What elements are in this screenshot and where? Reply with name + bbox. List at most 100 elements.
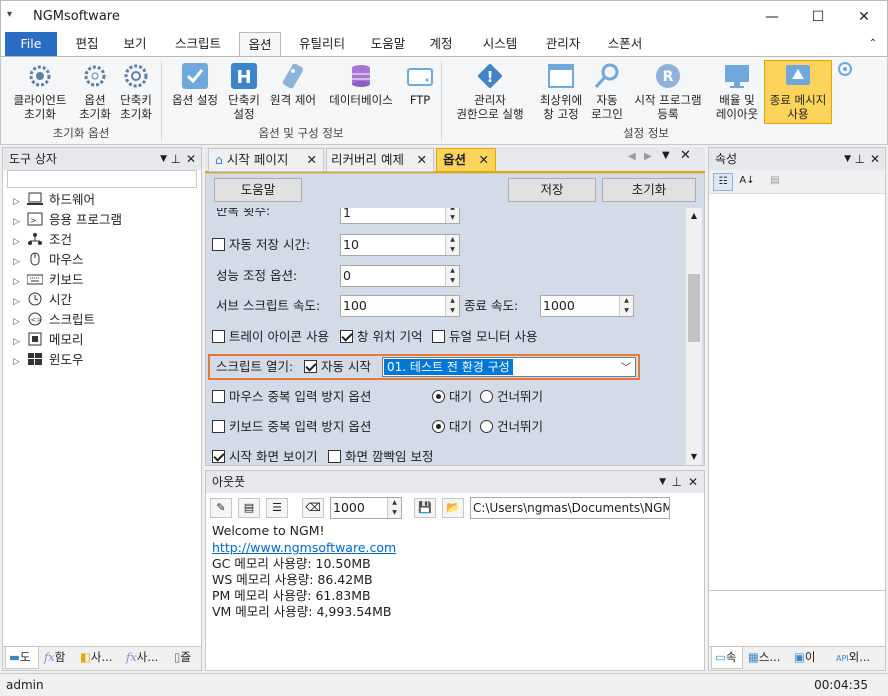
autosave-checkbox[interactable] (212, 238, 225, 251)
spin-arrows-icon[interactable]: ▲▼ (619, 296, 633, 316)
scroll-up-icon[interactable]: ▲ (686, 208, 702, 224)
repeat-count-input[interactable]: 1 ▲▼ (340, 208, 460, 224)
save-icon[interactable]: 💾 (414, 498, 436, 518)
reset-button[interactable]: 초기화 (602, 178, 696, 202)
database-button[interactable]: 데이터베이스 (323, 61, 399, 107)
expand-icon[interactable]: ▷ (13, 212, 27, 232)
dropdown-icon[interactable]: ▼ (844, 148, 851, 170)
sub-script-speed-input[interactable]: 100 ▲ ▼ (340, 295, 460, 317)
close-tab-icon[interactable]: ✕ (479, 149, 489, 171)
property-pages-icon[interactable]: ▤ (765, 173, 785, 191)
document-settings-icon[interactable]: ▤ (238, 498, 260, 518)
quick-access-icon[interactable]: ▾ (7, 9, 12, 20)
toolbox-search-input[interactable] (7, 170, 197, 188)
startup-register-button[interactable]: R 시작 프로그램 등록 (627, 61, 709, 121)
autostart-script-select[interactable]: 01. 테스트 전 환경 구성 ﹀ (382, 357, 636, 377)
run-as-admin-button[interactable]: ! 관리자 권한으로 실행 (447, 61, 533, 121)
auto-login-button[interactable]: 자동 로그인 (589, 61, 625, 121)
close-panel-icon[interactable]: ✕ (870, 148, 880, 170)
show-start-row[interactable]: 시작 화면 보이기 (212, 448, 317, 465)
expand-icon[interactable]: ▷ (13, 292, 27, 312)
radio-button[interactable] (480, 390, 493, 403)
tray-icon-checkbox[interactable] (212, 330, 225, 343)
chevron-down-icon[interactable]: ﹀ (621, 359, 631, 374)
pin-icon[interactable]: ⊥ (855, 148, 865, 170)
show-start-checkbox[interactable] (212, 450, 225, 463)
window-position-checkbox[interactable] (340, 330, 353, 343)
expand-icon[interactable]: ▷ (13, 332, 27, 352)
tree-item-keyboard[interactable]: ▷ 키보드 (13, 270, 84, 290)
output-count-input[interactable]: 1000 ▲ ▼ (330, 497, 402, 519)
autostart-row[interactable]: 자동 시작 (304, 358, 371, 376)
spin-arrows-icon[interactable]: ▲▼ (445, 296, 459, 316)
tab-list-icon[interactable]: ▼ (662, 150, 670, 161)
toolbox-tab-toolbox[interactable]: ▬도 (5, 647, 39, 669)
tree-item-windows[interactable]: ▷ 윈도우 (13, 350, 84, 370)
spin-arrows-icon[interactable]: ▲▼ (445, 208, 459, 223)
help-button[interactable]: 도움말 (214, 178, 302, 202)
perf-tuning-input[interactable]: 0 ▲ ▼ (340, 265, 460, 287)
tab-recovery-example[interactable]: 리커버리 예제 ✕ (326, 148, 434, 172)
tab-external[interactable]: API외... (833, 647, 883, 669)
shortcut-settings-button[interactable]: H 단축키 설정 (225, 61, 263, 121)
menu-script[interactable]: 스크립트 (163, 32, 233, 56)
close-tab-icon[interactable]: ✕ (417, 149, 427, 171)
toolbox-tab-userfunc[interactable]: fx사... (123, 647, 169, 669)
output-link[interactable]: http://www.ngmsoftware.com (212, 540, 396, 556)
sort-az-icon[interactable]: A↓ (737, 173, 757, 191)
radio-button[interactable] (432, 420, 445, 433)
output-path-input[interactable]: C:\Users\ngmas\Documents\NGM6\ (470, 497, 670, 519)
flicker-row[interactable]: 화면 깜빡임 보정 (328, 448, 433, 465)
client-reset-button[interactable]: 클라이언트 초기화 (7, 61, 73, 121)
minimize-button[interactable]: — (749, 1, 795, 33)
dual-monitor-row[interactable]: 듀얼 모니터 사용 (432, 328, 537, 346)
tree-item-memory[interactable]: ▷ 메모리 (13, 330, 84, 350)
toolbox-tab-favorites[interactable]: ▯즐 (171, 647, 201, 669)
tab-start-page[interactable]: ⌂ 시작 페이지 ✕ (208, 148, 324, 172)
mouse-dup-row[interactable]: 마우스 중복 입력 방지 옵션 (212, 388, 371, 406)
tab-properties[interactable]: ▭속 (711, 647, 743, 669)
scale-layout-button[interactable]: 배율 및 레이아웃 (711, 61, 763, 121)
tree-item-time[interactable]: ▷ 시간 (13, 290, 72, 310)
scroll-thumb[interactable] (688, 274, 700, 342)
options-scrollbar[interactable]: ▲ ▼ (686, 208, 702, 465)
toolbox-tab-function[interactable]: fx함 (41, 647, 75, 669)
kbd-dup-row[interactable]: 키보드 중복 입력 방지 옵션 (212, 418, 371, 436)
tray-icon-row[interactable]: 트레이 아이콘 사용 (212, 328, 329, 346)
ftp-button[interactable]: FTP (401, 61, 439, 107)
menu-admin[interactable]: 관리자 (535, 32, 591, 56)
mouse-dup-checkbox[interactable] (212, 390, 225, 403)
close-document-icon[interactable]: ✕ (680, 148, 691, 163)
menu-system[interactable]: 시스템 (471, 32, 529, 56)
close-panel-icon[interactable]: ✕ (688, 471, 698, 493)
toolbox-tab-dictionary[interactable]: ◧사... (77, 647, 121, 669)
menu-account[interactable]: 계정 (421, 32, 461, 56)
spin-arrows-icon[interactable]: ▲▼ (445, 235, 459, 255)
end-speed-input[interactable]: 1000 ▲ ▼ (540, 295, 634, 317)
lines-icon[interactable]: ☰ (266, 498, 288, 518)
ribbon-collapse-icon[interactable]: ⌃ (863, 32, 883, 56)
pin-icon[interactable]: ⊥ (171, 148, 181, 170)
menu-utility[interactable]: 유틸리티 (289, 32, 355, 56)
close-tab-icon[interactable]: ✕ (307, 149, 317, 171)
tree-item-script[interactable]: ▷ <> 스크립트 (13, 310, 95, 330)
option-settings-button[interactable]: 옵션 설정 (167, 61, 223, 107)
folder-icon[interactable]: 📂 (442, 498, 464, 518)
clear-wand-icon[interactable]: ✎ (210, 498, 232, 518)
autosave-time-input[interactable]: 10 ▲ ▼ (340, 234, 460, 256)
close-panel-icon[interactable]: ✕ (186, 148, 196, 170)
menu-file[interactable]: File (5, 32, 57, 56)
eraser-icon[interactable]: ⌫ (302, 498, 324, 518)
tree-item-mouse[interactable]: ▷ 마우스 (13, 250, 84, 270)
tab-scroll-left-icon[interactable]: ◀ (628, 151, 636, 162)
autostart-checkbox[interactable] (304, 360, 317, 373)
tab-script[interactable]: ▦스... (745, 647, 789, 669)
spin-arrows-icon[interactable]: ▲▼ (445, 266, 459, 286)
kbd-skip-radio[interactable]: 건너뛰기 (480, 418, 543, 436)
tree-item-application[interactable]: ▷ >_ 응용 프로그램 (13, 210, 122, 230)
categorized-icon[interactable]: ☷ (713, 173, 733, 191)
dropdown-icon[interactable]: ▼ (659, 471, 666, 493)
remote-control-button[interactable]: 원격 제어 (265, 61, 321, 107)
expand-icon[interactable]: ▷ (13, 192, 27, 212)
expand-icon[interactable]: ▷ (13, 232, 27, 252)
